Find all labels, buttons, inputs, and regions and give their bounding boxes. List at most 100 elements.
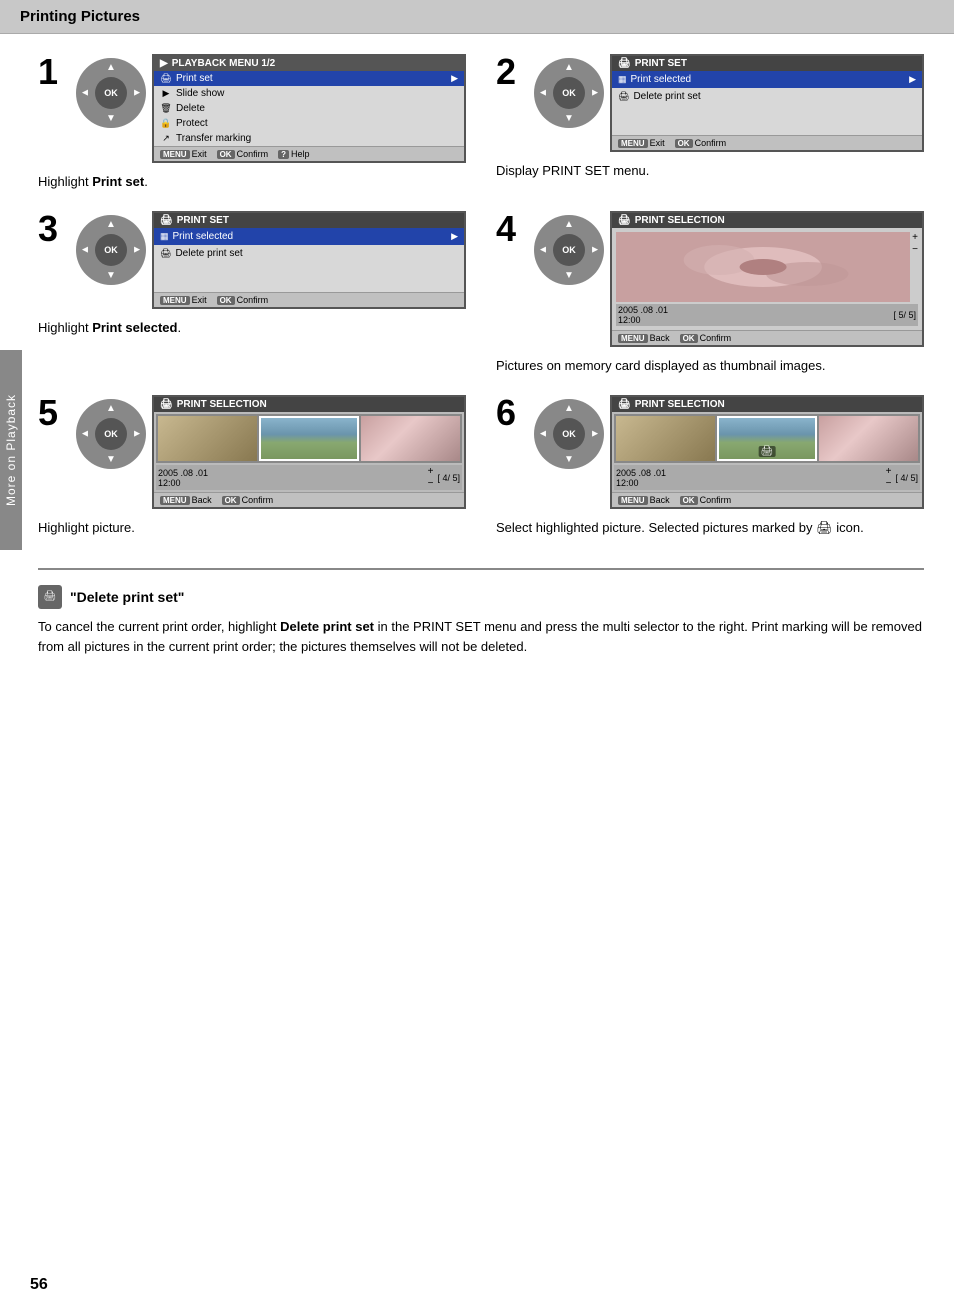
step-3-screen-container: ▲ ▼ ◄ ► OK 🖨 PRINT SET xyxy=(76,211,466,309)
step-3-number: 3 xyxy=(38,211,66,247)
step-2-ok-button[interactable]: OK xyxy=(553,77,585,109)
step-2-screen: 🖨 PRINT SET ▦ Print selected ▶ 🖨 xyxy=(610,54,924,152)
step-5-ok-button[interactable]: OK xyxy=(95,418,127,450)
step-6-ok-button[interactable]: OK xyxy=(553,418,585,450)
page-title: Printing Pictures xyxy=(20,8,140,25)
dpad-left-arrow: ◄ xyxy=(80,88,90,99)
page-header: Printing Pictures xyxy=(0,0,954,34)
note-title: "Delete print set" xyxy=(70,589,184,605)
print-set-item-selected[interactable]: ▦ Print selected ▶ xyxy=(612,71,922,88)
step-2-number: 2 xyxy=(496,54,524,90)
thumb-3 xyxy=(361,416,460,461)
step-4-info: 2005 .08 .01 12:00 [ 5/ 5] xyxy=(616,304,918,326)
step-2-screen-title: 🖨 PRINT SET xyxy=(612,56,922,71)
step-3-dpad: ▲ ▼ ◄ ► OK xyxy=(76,215,146,285)
step-1-footer: MENU Exit OK Confirm ? Help xyxy=(154,146,464,161)
step-5-info: 2005 .08 .01 12:00 + − [ 4/ 5] xyxy=(156,465,462,490)
step-4-dpad: ▲ ▼ ◄ ► OK xyxy=(534,215,604,285)
menu-item-protect[interactable]: 🔒 Protect xyxy=(154,116,464,131)
dpad-down-arrow: ▼ xyxy=(106,113,116,124)
step-6-thumbgrid: 🖨 2005 .08 .01 12:00 xyxy=(612,412,922,492)
step-3-screen-title: 🖨 PRINT SET xyxy=(154,213,464,228)
step-6-header: 6 ▲ ▼ ◄ ► OK 🖨 PRINT xyxy=(496,395,924,509)
step-2-menu: ▦ Print selected ▶ 🖨 Delete print set xyxy=(612,71,922,135)
step-1-caption: Highlight Print set. xyxy=(38,173,466,191)
step-6-screen-container: ▲ ▼ ◄ ► OK 🖨 PRINT SELECTION xyxy=(534,395,924,509)
step-3-delete-print-set[interactable]: 🖨 Delete print set xyxy=(154,245,464,262)
step-4-main-image xyxy=(616,232,910,302)
print-set-item-delete[interactable]: 🖨 Delete print set xyxy=(612,88,922,105)
menu-item-slideshow[interactable]: ▶ Slide show xyxy=(154,86,464,101)
step-1: 1 ▲ ▼ ◄ ► OK xyxy=(38,54,466,191)
menu-item-delete[interactable]: 🗑 Delete xyxy=(154,101,464,116)
page-number: 56 xyxy=(30,1276,48,1294)
note-header: 🖨 "Delete print set" xyxy=(38,585,924,609)
menu-item-print-set[interactable]: 🖨 Print set ▶ xyxy=(154,71,464,86)
step-6: 6 ▲ ▼ ◄ ► OK 🖨 PRINT xyxy=(496,395,924,537)
step-4-number: 4 xyxy=(496,211,524,247)
menu-item-transfer[interactable]: ↗ Transfer marking xyxy=(154,131,464,146)
step-6-screen: 🖨 PRINT SELECTION 🖨 xyxy=(610,395,924,509)
step-3-menu: ▦ Print selected ▶ 🖨 Delete print set xyxy=(154,228,464,292)
step-3-header: 3 ▲ ▼ ◄ ► OK 🖨 PRINT xyxy=(38,211,466,309)
step-4-screen-title: 🖨 PRINT SELECTION xyxy=(612,213,922,228)
step-5-thumb-grid xyxy=(156,414,462,463)
note-text: To cancel the current print order, highl… xyxy=(38,617,924,659)
step-5: 5 ▲ ▼ ◄ ► OK 🖨 PRINT xyxy=(38,395,466,537)
step-1-screen-title: ▶ PLAYBACK MENU 1/2 xyxy=(154,56,464,71)
step-6-thumb-2-active: 🖨 xyxy=(717,416,816,461)
step-4-large-thumb: + − 2005 .08 .01 12:00 [ 5/ 5] xyxy=(612,228,922,330)
step-6-screen-title: 🖨 PRINT SELECTION xyxy=(612,397,922,412)
step-6-info: 2005 .08 .01 12:00 + − [ 4/ 5] xyxy=(614,465,920,490)
step-5-header: 5 ▲ ▼ ◄ ► OK 🖨 PRINT xyxy=(38,395,466,509)
step-6-number: 6 xyxy=(496,395,524,431)
step-3-spacer xyxy=(154,262,464,292)
step-2: 2 ▲ ▼ ◄ ► OK 🖨 PRINT xyxy=(496,54,924,191)
step-3-print-selected[interactable]: ▦ Print selected ▶ xyxy=(154,228,464,245)
step-2-header: 2 ▲ ▼ ◄ ► OK 🖨 PRINT xyxy=(496,54,924,152)
step-5-screen-title: 🖨 PRINT SELECTION xyxy=(154,397,464,412)
step-3-caption: Highlight Print selected. xyxy=(38,319,466,337)
step-6-thumb-3 xyxy=(819,416,918,461)
step-2-footer: MENU Exit OK Confirm xyxy=(612,135,922,150)
step-4-screen: 🖨 PRINT SELECTION xyxy=(610,211,924,347)
step-3: 3 ▲ ▼ ◄ ► OK 🖨 PRINT xyxy=(38,211,466,375)
thumb-2-active xyxy=(259,416,358,461)
step-1-screen: ▶ PLAYBACK MENU 1/2 🖨 Print set ▶ ▶ xyxy=(152,54,466,163)
steps-grid: 1 ▲ ▼ ◄ ► OK xyxy=(38,54,924,538)
thumb-1 xyxy=(158,416,257,461)
main-content: 1 ▲ ▼ ◄ ► OK xyxy=(0,34,954,688)
step-5-thumbgrid: 2005 .08 .01 12:00 + − [ 4/ 5] xyxy=(154,412,464,492)
step-5-dpad: ▲ ▼ ◄ ► OK xyxy=(76,399,146,469)
step-6-thumb-grid: 🖨 xyxy=(614,414,920,463)
side-tab: More on Playback xyxy=(0,350,22,550)
step-5-number: 5 xyxy=(38,395,66,431)
step-3-screen: 🖨 PRINT SET ▦ Print selected ▶ 🖨 xyxy=(152,211,466,309)
step-6-print-mark: 🖨 xyxy=(759,446,776,457)
step-4-caption: Pictures on memory card displayed as thu… xyxy=(496,357,924,375)
step-6-dpad: ▲ ▼ ◄ ► OK xyxy=(534,399,604,469)
step-3-ok-button[interactable]: OK xyxy=(95,234,127,266)
step-4-ok-button[interactable]: OK xyxy=(553,234,585,266)
step-1-menu: 🖨 Print set ▶ ▶ Slide show 🗑 Delete xyxy=(154,71,464,146)
step-4-screen-container: ▲ ▼ ◄ ► OK 🖨 PRINT SELECTION xyxy=(534,211,924,347)
step-1-header: 1 ▲ ▼ ◄ ► OK xyxy=(38,54,466,163)
note-section: 🖨 "Delete print set" To cancel the curre… xyxy=(38,568,924,669)
step-4: 4 ▲ ▼ ◄ ► OK 🖨 PRINT xyxy=(496,211,924,375)
step-1-dpad: ▲ ▼ ◄ ► OK xyxy=(76,58,146,128)
step-5-screen: 🖨 PRINT SELECTION xyxy=(152,395,466,509)
step-2-dpad: ▲ ▼ ◄ ► OK xyxy=(534,58,604,128)
dpad-ok-button[interactable]: OK xyxy=(95,77,127,109)
step-4-header: 4 ▲ ▼ ◄ ► OK 🖨 PRINT xyxy=(496,211,924,347)
step-5-footer: MENU Back OK Confirm xyxy=(154,492,464,507)
step-1-number: 1 xyxy=(38,54,66,90)
step-4-nav-arrows: + − xyxy=(912,232,918,255)
step-6-footer: MENU Back OK Confirm xyxy=(612,492,922,507)
dpad-right-arrow: ► xyxy=(132,88,142,99)
step-4-footer: MENU Back OK Confirm xyxy=(612,330,922,345)
step-2-screen-container: ▲ ▼ ◄ ► OK 🖨 PRINT SET xyxy=(534,54,924,152)
print-set-spacer xyxy=(612,105,922,135)
step-1-screen-container: ▲ ▼ ◄ ► OK ▶ PLAYBACK MENU 1/2 xyxy=(76,54,466,163)
dpad-up-arrow: ▲ xyxy=(106,62,116,73)
step-6-caption: Select highlighted picture. Selected pic… xyxy=(496,519,924,537)
